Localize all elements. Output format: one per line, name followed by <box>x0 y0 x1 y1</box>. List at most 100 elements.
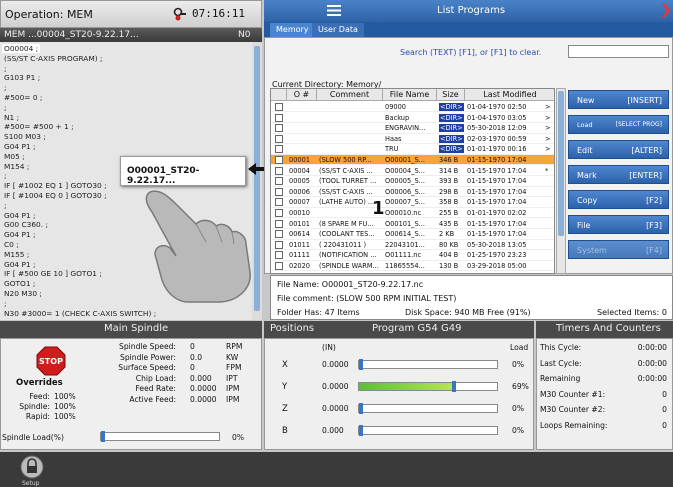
program-line: (SS/ST C-AXIS PROGRAM) ; <box>4 53 103 63</box>
row-filename: O00005_S... <box>385 177 425 186</box>
row-filename: O00001_S... <box>385 156 425 164</box>
row-comment: (SPINDLE WARM... <box>319 262 379 270</box>
row-checkbox[interactable] <box>275 103 283 111</box>
program-line: O00004 ; <box>2 44 41 53</box>
row-checkbox[interactable] <box>275 177 283 186</box>
row-size-value: 314 B <box>439 166 459 175</box>
edit-button[interactable]: Edit [ALTER] <box>568 140 669 159</box>
table-row[interactable]: 00004 (SS/ST C-AXIS ... O00004_S... 314 B 01… <box>271 166 554 176</box>
row-onum: 00010 <box>289 209 310 217</box>
table-row[interactable]: Backup <DIR> 01-04-1970 03:05 > <box>271 113 554 123</box>
column-header-onum[interactable]: O # <box>287 89 317 101</box>
table-row[interactable]: 00006 (SS/ST C-AXIS ... O00006_S... 298 B 01… <box>271 187 554 198</box>
spindle-stat-unit: IPM <box>226 394 240 404</box>
callout-number: 1 <box>372 198 385 219</box>
key-icon <box>173 7 186 21</box>
mark-button-key: [ENTER] <box>629 171 662 180</box>
program-line: G103 P1 ; <box>4 73 41 83</box>
row-filename: Haas <box>385 134 402 143</box>
tab-memory[interactable]: Memory <box>270 23 315 37</box>
override-label: Spindle: <box>19 402 50 411</box>
row-checkbox[interactable] <box>275 145 283 154</box>
table-row[interactable]: 02020 (SPINDLE WARM... 11865554... 130 B 03-… <box>271 261 554 272</box>
table-row[interactable]: 00001 (SLOW 500 RP... O00001_S... 346 B 01-1… <box>271 155 554 166</box>
row-filename: TRU <box>385 145 399 154</box>
row-checkbox[interactable] <box>275 166 283 175</box>
row-checkbox[interactable] <box>275 240 283 249</box>
table-row[interactable]: 00010 O00010.nc 255 B 01-01-1970 02:02 <box>271 208 554 219</box>
program-line: S100 M03 ; <box>4 132 46 142</box>
copy-button[interactable]: Copy [F2] <box>568 190 669 209</box>
table-row[interactable]: ENGRAVIN... <DIR> 05-30-2018 12:09 > <box>271 123 554 134</box>
program-line: G04 P1 ; <box>4 210 36 220</box>
program-line: M154 ; <box>4 161 30 171</box>
row-modified: 01-15-1970 17:04 <box>467 219 527 228</box>
table-row[interactable]: 09000 <DIR> 01-04-1970 02:50 > <box>271 102 554 113</box>
row-checkbox[interactable] <box>275 219 283 228</box>
row-size: 435 B <box>439 220 465 228</box>
timer-value: 0:00:00 <box>637 374 667 383</box>
table-row[interactable]: 00614 (COOLANT TES... O00614_S... 2 KB 01-15… <box>271 229 554 240</box>
load-button-key: [SELECT PROG] <box>615 121 662 128</box>
table-row[interactable]: 01011 ( 220431011 ) 22043101... 80 KB 05-30-… <box>271 240 554 251</box>
system-button-key: [F4] <box>646 246 662 255</box>
row-checkbox[interactable] <box>275 187 283 196</box>
row-checkbox[interactable] <box>275 209 283 217</box>
timer-label: M30 Counter #2: <box>540 405 606 414</box>
table-row[interactable]: TRU <DIR> 01-01-1970 00:16 > <box>271 144 554 155</box>
row-filename: O00004_S... <box>385 166 425 175</box>
table-row[interactable]: Haas <DIR> 02-03-1970 00:59 > <box>271 134 554 145</box>
program-line: ; <box>4 171 7 181</box>
row-modified: 01-01-1970 02:02 <box>467 209 527 217</box>
load-button[interactable]: Load [SELECT PROG] <box>568 115 669 134</box>
row-size-value: 435 B <box>439 219 459 228</box>
row-filename: ENGRAVIN... <box>385 124 426 133</box>
table-row[interactable]: 00007 (LATHE AUTO) ... O00007_S... 358 B 01-… <box>271 197 554 208</box>
row-checkbox[interactable] <box>275 134 283 143</box>
table-row[interactable]: 00101 (8 SPARE M FU... O00101_S... 435 B 01-… <box>271 219 554 229</box>
axis-load-value: 0% <box>512 404 525 413</box>
row-checkbox[interactable] <box>275 251 283 260</box>
copy-button-key: [F2] <box>646 196 662 205</box>
program-line: #500= 0 ; <box>4 93 43 102</box>
program-line: G00 C360. ; <box>4 220 48 230</box>
row-comment: (NOTIFICATION ... <box>319 251 377 260</box>
new-button[interactable]: New [INSERT] <box>568 90 669 109</box>
axis-label: Y <box>282 382 288 392</box>
lock-icon[interactable] <box>20 455 44 479</box>
row-size-value: 2 KB <box>439 230 455 239</box>
column-header-comment[interactable]: Comment <box>317 89 383 101</box>
row-modified: 02-03-1970 00:59 <box>467 134 527 143</box>
menu-icon[interactable] <box>327 5 341 16</box>
column-header-size[interactable]: Size <box>437 89 465 101</box>
row-size-value: 346 B <box>439 156 459 164</box>
search-input[interactable] <box>568 45 669 58</box>
row-checkbox[interactable] <box>275 113 283 122</box>
row-checkbox[interactable] <box>275 124 283 133</box>
row-checkbox[interactable] <box>275 156 283 164</box>
row-size: 314 B <box>439 167 465 175</box>
row-modified: 01-15-1970 17:04 <box>467 198 527 207</box>
column-header-modified[interactable]: Last Modified <box>465 89 554 101</box>
row-checkbox[interactable] <box>275 230 283 239</box>
program-line: N1 ; <box>4 112 20 122</box>
row-checkbox[interactable] <box>275 198 283 207</box>
row-size-value: 255 B <box>439 209 459 217</box>
file-button[interactable]: File [F3] <box>568 215 669 234</box>
column-header-filename[interactable]: File Name <box>383 89 437 101</box>
table-row[interactable]: 00005 (TOOL TURRET ... O00005_S... 393 B 01-… <box>271 176 554 187</box>
row-filename: Backup <box>385 113 410 122</box>
row-checkbox[interactable] <box>275 262 283 270</box>
row-flag: > <box>545 124 551 133</box>
stop-label: STOP <box>39 357 63 366</box>
row-size: 404 B <box>439 251 465 259</box>
program-line: G04 P1 ; <box>4 259 36 269</box>
table-row[interactable]: 01111 (NOTIFICATION ... O01111.nc 404 B 01-2… <box>271 250 554 261</box>
mark-button[interactable]: Mark [ENTER] <box>568 165 669 184</box>
close-icon[interactable]: ❯ <box>660 2 672 18</box>
tab-user-data[interactable]: User Data <box>312 23 364 37</box>
stop-button[interactable]: STOP <box>36 346 66 376</box>
scrollbar-thumb[interactable] <box>558 91 564 236</box>
spindle-stat-label: Chip Load: <box>135 373 176 383</box>
file-list-scrollbar[interactable] <box>556 88 566 274</box>
